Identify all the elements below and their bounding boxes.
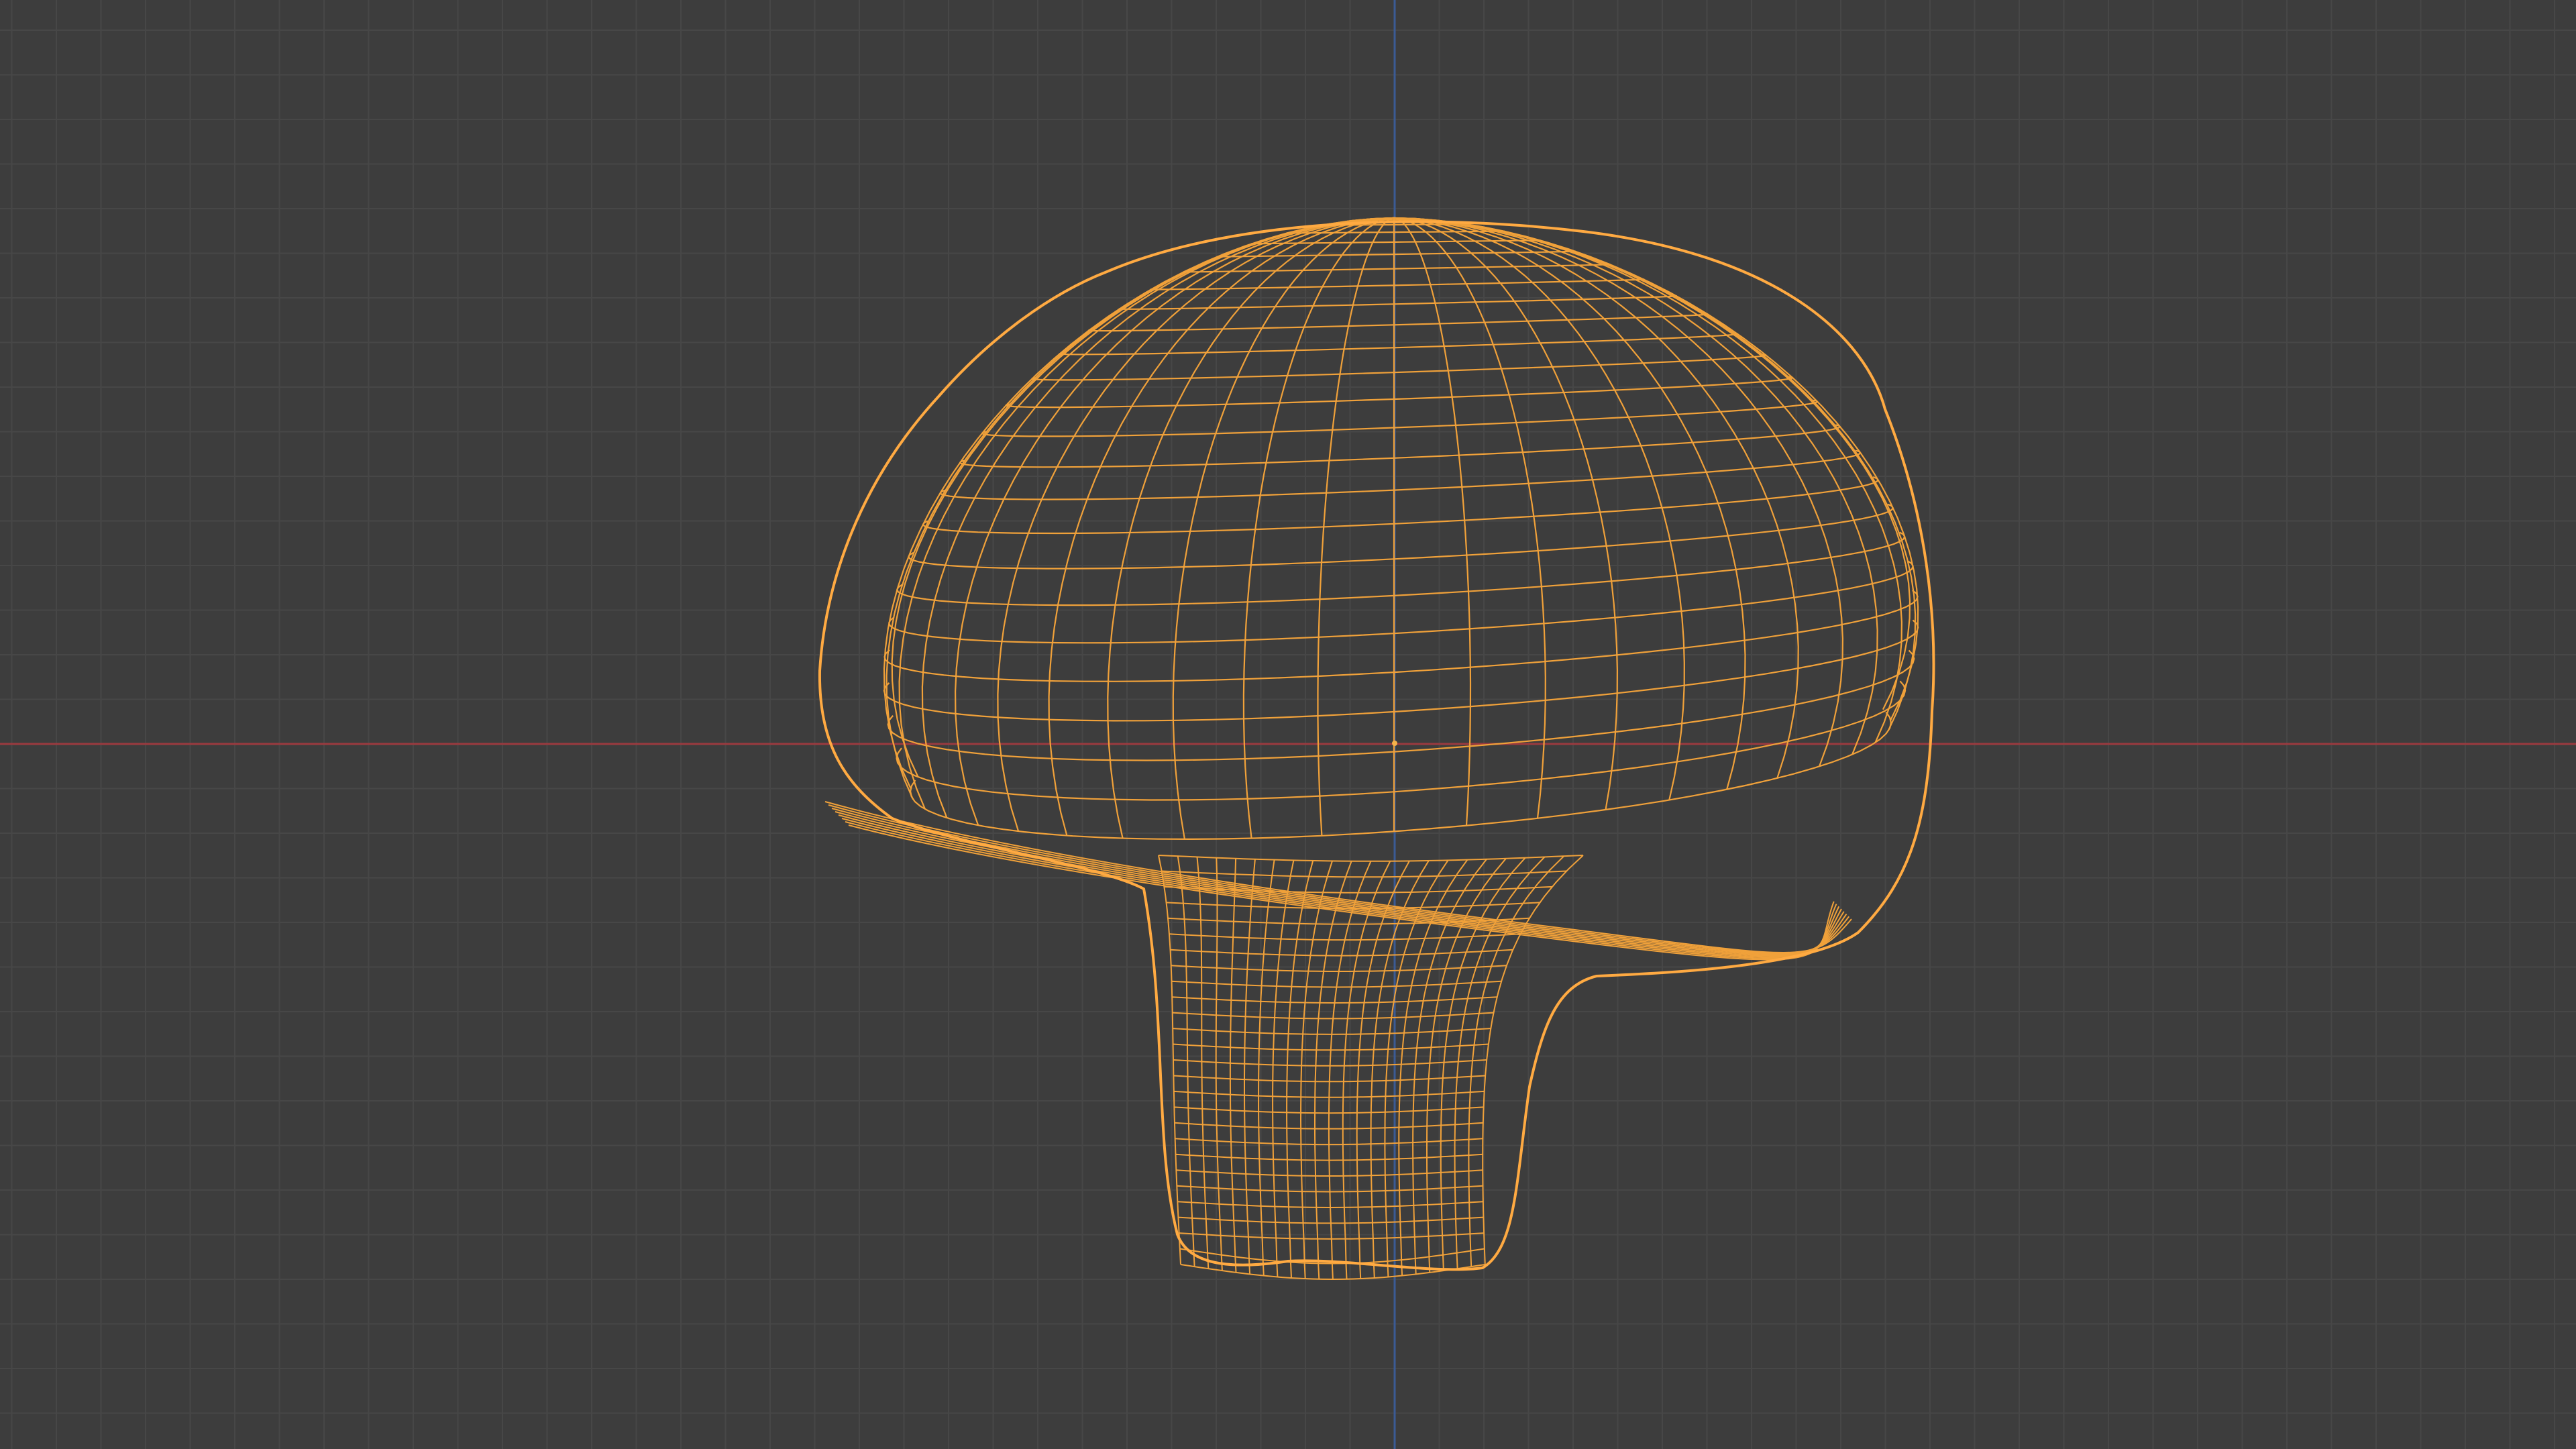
cap-ring-edge xyxy=(1393,399,1819,429)
gill-underside-edge xyxy=(831,808,1847,955)
stem-vertical-edge xyxy=(1215,857,1223,1271)
cap-ring-edge xyxy=(1393,476,1879,525)
cap-ring-edge xyxy=(1393,531,1906,596)
cap-meridian-edge xyxy=(1393,217,1919,720)
floor-grid xyxy=(0,0,2576,1449)
gill-underside-edge xyxy=(838,814,1842,957)
cap-meridian-edge xyxy=(997,217,1395,832)
mushroom-wireframe-mesh[interactable] xyxy=(818,217,1935,1280)
cap-ring-edge xyxy=(1393,503,1894,560)
cap-ring-edge xyxy=(1393,424,1841,459)
cap-meridian-edge xyxy=(1393,217,1746,790)
stem-vertical-edge xyxy=(1454,856,1546,1269)
gill-underside-edge xyxy=(828,804,1850,954)
wireframe-edges xyxy=(824,217,1919,1280)
cap-ring-edge xyxy=(1394,223,1468,226)
viewport-canvas[interactable] xyxy=(0,0,2576,1449)
cap-ring-edge xyxy=(1393,294,1677,305)
object-origin-dot[interactable] xyxy=(1392,741,1397,746)
cap-ring-edge xyxy=(1393,239,1541,243)
cap-meridian-edge xyxy=(1393,217,1911,710)
stem-ring-edge xyxy=(1158,855,1584,862)
cap-ring-edge xyxy=(1393,278,1645,286)
3d-viewport[interactable] xyxy=(0,0,2576,1449)
gill-underside-edge xyxy=(841,818,1840,958)
stem-vertical-edge xyxy=(1196,857,1210,1269)
cap-ring-edge xyxy=(1393,619,1919,713)
cap-ring-edge xyxy=(1393,264,1611,270)
stem-vertical-edge xyxy=(1229,858,1237,1273)
cap-ring-edge xyxy=(1393,449,1862,491)
cap-ring-edge xyxy=(1393,649,1915,753)
cap-ring-edge xyxy=(1393,230,1505,233)
cap-ring-edge xyxy=(1286,231,1395,234)
